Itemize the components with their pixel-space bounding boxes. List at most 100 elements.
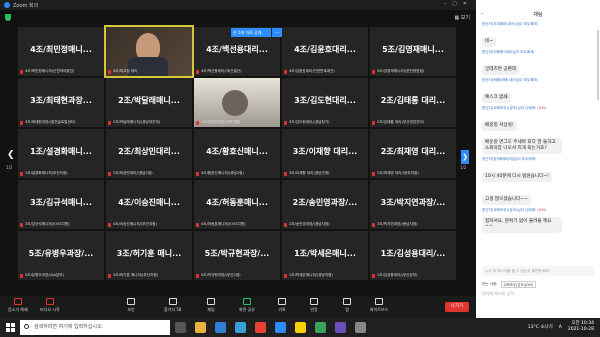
participant-name-label: 5조/유병우과장/(AA본부) [20,273,64,278]
participant-display-name: 4조/김윤호대리... [294,45,356,54]
participant-display-name: 4조/이승진매니... [118,198,180,207]
participant-tile[interactable]: 1조/김성용대리/... 1조/김성용대리/(부산본부) [370,231,456,280]
view-button[interactable]: ▦ 보기 [454,14,470,21]
participant-tile[interactable]: 4조/황호신매니... 4조/황호신매니저/(경남2점) [194,129,280,178]
participant-tile[interactable]: 5조/박규현과장/... 5조/박규현과장/(부산2점) [194,231,280,280]
participant-name-text: 2조/최재영 대리/(동부지점) [377,171,419,175]
participant-tile[interactable]: 5조/유병우과장/... 5조/유병우과장/(AA본부) [18,231,104,280]
next-page-icon[interactable]: ❯ [461,150,469,164]
participant-name-label: 2조/최상민대리/(경남2점) [108,171,153,176]
chat-visibility-notice[interactable]: 누가 이 메시지를 볼 수 있는지 확인하세요? [482,266,594,276]
chat-scrollbar[interactable] [597,30,599,100]
security-button[interactable]: 보안 [127,298,135,313]
apps-label: 앱 [345,307,349,312]
chrome-icon[interactable] [255,322,266,333]
recipient-select[interactable]: 교육조무(강조)(DM) [500,281,537,288]
window-controls[interactable]: –▢✕ [444,1,473,7]
hand-raised-badge[interactable]: 손 5개 자료 공개 [231,28,271,37]
participant-name-label: 3조/이재향 대리(경남관계) [284,171,330,176]
app-icon[interactable] [315,322,326,333]
participant-name-label: 4조/황호신매니저/(경남2점) [196,171,244,176]
chat-sender[interactable]: 방신자(매해)매매 대리님이 모두에게: [482,78,594,83]
participant-display-name: 3조/김규석매니... [30,198,92,207]
weather-widget[interactable]: 13°C 소나기 [528,324,553,330]
participant-tile[interactable]: 3조/이재향 대리... 3조/이재향 대리(경남관계) [282,129,368,178]
leave-button[interactable]: 나가기 [445,302,469,312]
microphone-muted-icon [20,69,23,74]
participant-tile[interactable]: 1조/임영균부장(천북지점) [194,78,280,127]
participant-name-text: 2조/송민영과장/(경남지점) [289,222,330,226]
private-message-tag: (DM) [537,106,547,110]
input-language[interactable]: A [559,325,562,330]
windows-start-icon[interactable] [6,323,15,332]
zoom-taskbar-icon[interactable] [275,322,286,333]
participant-tile[interactable]: 4조/허동훈매니... 4조/허동훈매니저/(OSS지원) [194,180,280,229]
participant-name-text: 3조/김도현대리/(경남정기) [289,120,330,124]
chat-sender-name: 방신자(매해)매매 대리님이 모두에게: [482,78,538,82]
prev-page-icon[interactable]: ❮ [7,150,15,160]
participants-button[interactable]: 참가자 58 [164,298,181,313]
chat-messages[interactable]: 방신자(조이해매 대리)님이 모두에게: 네~ 방신자(이해매 대리)님이 모두에게… [476,22,600,262]
chat-sender[interactable]: 방신자(방)매매비(매)님이 모두에게: [482,157,594,162]
start-video-button[interactable]: 비디오 시작 [40,298,60,313]
mute-button[interactable]: 음소거 해제 [8,298,28,313]
participant-tile[interactable]: 4조/최교정 대리 [104,25,194,78]
more-options-button[interactable]: ... [272,28,282,37]
whiteboard-button[interactable]: 화이트보드 [370,298,388,313]
participant-tile[interactable]: 4조/이승진매니... 4조/이승진매니저/(부산지점) [106,180,192,229]
security-shield-icon[interactable] [5,14,11,21]
participant-name-text: 1조/설경화매니저(부산지점) [25,171,68,175]
taskbar-search-input[interactable]: 검색하려면 여기에 입력하십시오. [20,320,170,335]
participant-tile[interactable]: 1조/박세은매니... 1조/박세은매니저/(경남지점) [282,231,368,280]
microphone-muted-icon [372,69,375,74]
participant-tile[interactable]: 3조/허기훈 매니... 3조/허기훈 매니저/(부산지점) [106,231,192,280]
reactions-label: 반응 [310,307,318,312]
gallery-grid: 4조/최민정매니... 4조/최민정매니저(신천마이발전) 4조/최교정 대리 4조/… [18,25,458,280]
app-icon-3[interactable] [355,322,366,333]
chat-input[interactable]: 여기에 메시지 입력... [482,291,518,297]
participant-tile[interactable]: 2조/최재영 대리... 2조/최재영 대리/(동부지점) [370,129,456,178]
chat-sender-name: 방신자(교육조무)(강조)님이 나에게: [482,208,537,212]
kakaotalk-icon[interactable] [295,322,306,333]
participant-name-text: 3조/이재향 대리(경남관계) [289,171,330,175]
participant-tile[interactable]: 4조/김윤호대리... 4조/김윤호대리/인천판촉계관) [282,27,368,76]
chat-recipient-row: 받는 사람: 교육조무(강조)(DM) [482,281,537,288]
participant-name-label: 1조/설경화매니저(부산지점) [20,171,68,176]
chat-message: 방신자(방)매매비(매)님이 모두에게: 10시 40분에 다시 법원습니다~! [482,157,594,182]
window-title: Zoom 회의 [13,2,39,9]
record-button[interactable]: 기록 [278,298,286,313]
participant-display-name: 5조/김영재매니... [382,45,444,54]
store-icon[interactable] [215,322,226,333]
participant-tile[interactable]: 3조/박지연과장/... 3조/박지연과장/(동남지점) [370,180,456,229]
participant-tile[interactable]: 3조/최태현과장... 3조/최태현과장/(홍천글로벌센터) [18,78,104,127]
reactions-button[interactable]: 반응 [310,298,318,313]
chat-sender[interactable]: 방신자(조이해매 대리)님이 모두에게: [482,22,594,27]
participant-tile[interactable]: 1조/설경화매니... 1조/설경화매니저(부산지점) [18,129,104,178]
share-screen-button[interactable]: 화면 공유 [239,298,255,313]
participant-display-name: 4조/최민정매니... [30,45,92,54]
chat-sender[interactable]: 방신자(교육조무)(강조)님이 나에게: (DM) [482,106,594,111]
chat-sender[interactable]: 방신자(이해매 대리)님이 모두에게: [482,50,594,55]
participant-tile[interactable]: 2조/송민영과장/... 2조/송민영과장/(경남지점) [282,180,368,229]
participant-tile[interactable]: 2조/최상민대리... 2조/최상민대리/(경남2점) [106,129,192,178]
participant-tile[interactable]: 2조/박달래매니... 2조/박달래매니저/(경남대관계) [106,78,192,127]
participant-tile[interactable]: 3조/김규석매니... 3조/김규석매니저/(OSS지원) [18,180,104,229]
participant-tile[interactable]: 2조/김태롱 대리... 2조/김태롱 대리(부산영업관리) [370,78,456,127]
record-icon [278,298,286,305]
chat-sender[interactable]: 방신자(교육조무)(강조)님이 나에게: (DM) [482,208,594,213]
participant-display-name: 3조/박지연과장/... [380,198,446,207]
participant-tile[interactable]: 5조/김영재매니... 5조/김영재매니저/(운천영업팀) [370,27,456,76]
participant-tile[interactable]: 4조/최민정매니... 4조/최민정매니저(신천마이발전) [18,27,104,76]
app-icon-2[interactable] [335,322,346,333]
chat-button[interactable]: 채팅 [207,298,215,313]
microphone-muted-icon [108,273,111,278]
apps-button[interactable]: 앱 [343,298,351,313]
participant-tile[interactable]: 3조/김도현대리... 3조/김도현대리/(경남정기) [282,78,368,127]
edge-icon[interactable] [235,322,246,333]
participant-display-name: 4조/백선용대리... [206,45,268,54]
microphone-muted-icon [13,298,22,305]
file-explorer-icon[interactable] [195,322,206,333]
task-view-icon[interactable] [175,322,186,333]
clock[interactable]: 오전 10:34 2021-10-28 [568,321,594,333]
participant-display-name: 2조/박달래매니... [118,96,180,105]
